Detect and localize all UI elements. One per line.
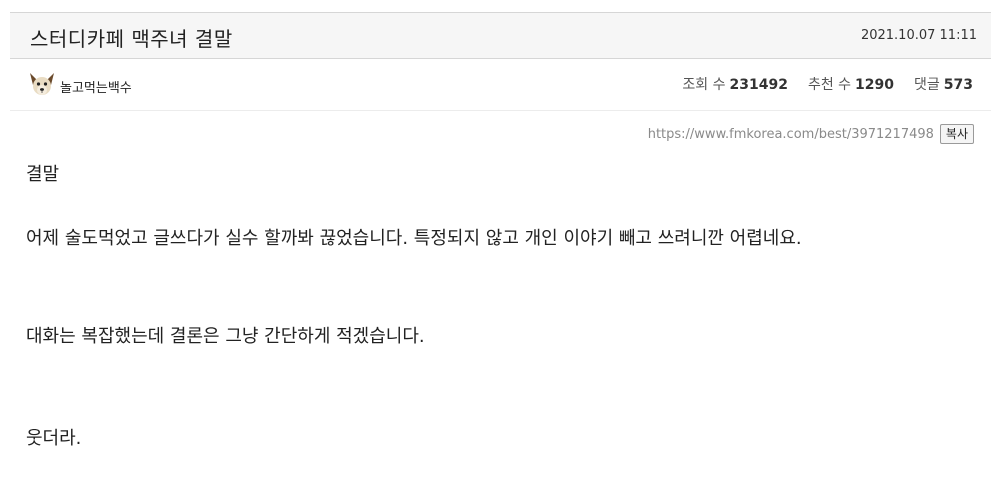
post-date: 2021.10.07 11:11 [860,28,977,43]
copy-url-button[interactable]: 복사 [939,124,974,144]
comment-count-label: 댓글 [914,77,940,93]
post-title-bar: 스터디카페 맥주녀 결말 2021.10.07 11:11 [10,12,991,59]
view-count-value: 231492 [729,77,788,93]
recommend-count-value: 1290 [855,77,894,93]
body-paragraph: 대화는 복잡했는데 결론은 그냥 간단하게 적겠습니다. [26,326,425,347]
dog-avatar-icon[interactable] [28,71,56,99]
post-url[interactable]: https://www.fmkorea.com/best/3971217498 [648,127,934,142]
body-paragraph: 웃더라. [26,428,82,449]
post-stats: 조회 수 231492 추천 수 1290 댓글 573 [682,74,973,94]
post-meta-bar: 놀고먹는백수 조회 수 231492 추천 수 1290 댓글 573 [10,59,991,111]
comment-count-value: 573 [943,77,973,93]
view-count-label: 조회 수 [682,77,726,93]
view-count: 조회 수 231492 [682,74,788,94]
recommend-count-label: 추천 수 [807,77,852,93]
recommend-count: 추천 수 1290 [808,74,894,94]
body-paragraph: 어제 술도먹었고 글쓰다가 실수 할까봐 끊었습니다. 특정되지 않고 개인 이… [26,228,802,249]
body-paragraph: 결말 [26,164,60,185]
author-name[interactable]: 놀고먹는백수 [60,77,132,96]
comment-count[interactable]: 댓글 573 [914,74,973,94]
post-url-row: https://www.fmkorea.com/best/3971217498 … [648,124,974,144]
post-title: 스터디카페 맥주녀 결말 [30,27,233,51]
